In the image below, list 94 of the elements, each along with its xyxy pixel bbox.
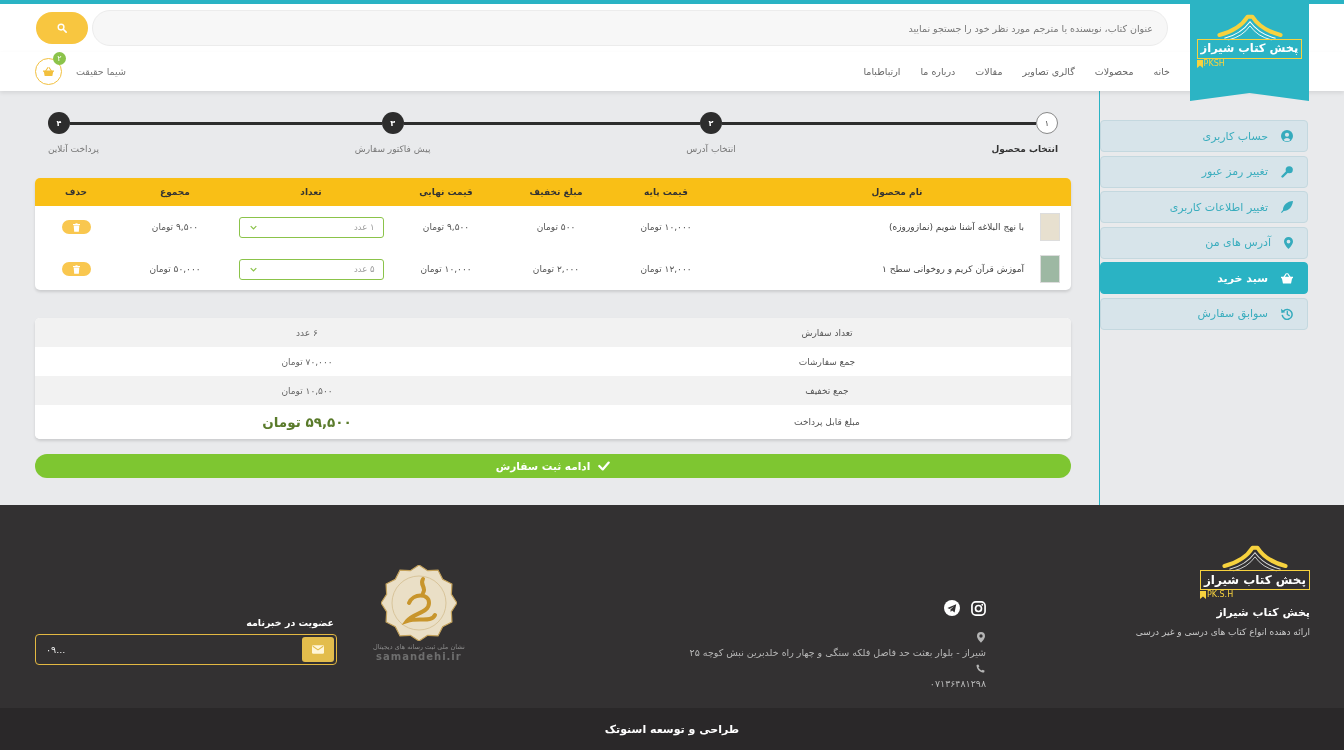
summary-value: ۶ عدد [295, 327, 319, 338]
sidebar-item[interactable]: سوابق سفارش [1100, 297, 1308, 330]
summary-label: مبلغ قابل پرداخت [793, 417, 861, 427]
basket-icon [43, 66, 54, 77]
sidebar-item[interactable]: حساب کاربری [1100, 120, 1308, 152]
column-header: قیمت پایه [643, 187, 689, 197]
logo-title: پخش کتاب شیراز [1199, 570, 1310, 591]
phone-number: ۰۷۱۳۶۴۸۱۲۹۸ [929, 677, 986, 689]
product-title[interactable]: با نهج البلاغه آشنا شویم (نمازوروزه) [889, 222, 1024, 232]
step-number: ۳ [381, 112, 404, 134]
nav-link[interactable]: گالری تصاویر [1022, 66, 1075, 77]
sidebar-item[interactable]: آدرس های من [1100, 226, 1308, 259]
search-button[interactable] [36, 12, 88, 44]
column-header: حذف [63, 187, 89, 197]
column-header: تعداد [299, 187, 323, 197]
company-name: پخش کتاب شیراز [1216, 606, 1310, 620]
feather-icon [1281, 201, 1293, 214]
summary-label: تعداد سفارش [800, 327, 854, 338]
seal-icon [380, 565, 457, 641]
row-total: ۹,۵۰۰ تومان [150, 222, 200, 232]
cart-button[interactable] [35, 58, 62, 85]
logo-title: پخش کتاب شیراز [1196, 39, 1303, 59]
nav-link[interactable]: درباره ما [920, 66, 956, 77]
summary-label: جمع تخفیف [804, 385, 850, 396]
camera-icon[interactable] [971, 600, 986, 616]
key-icon [1281, 165, 1293, 178]
step-label: پیش فاکتور سفارش [354, 143, 431, 156]
discount-amount: ۲,۰۰۰ تومان [531, 264, 581, 274]
logo-subtitle: PK.S.H [1206, 591, 1234, 600]
caret-icon [249, 224, 257, 230]
column-header: مجموع [159, 187, 191, 197]
nav-link[interactable]: ارتباطباما [863, 66, 901, 77]
envelope-icon [312, 645, 324, 654]
column-header: قیمت نهایی [418, 187, 474, 197]
cart-count-badge: ۲ [53, 52, 66, 65]
roof-icon [1216, 14, 1283, 41]
check-icon [598, 461, 611, 471]
product-title[interactable]: آموزش قرآن کریم و روخوانی سطح ۱ [882, 264, 1024, 274]
nav-link[interactable]: مقالات [975, 66, 1003, 77]
book-cover-placeholder [1040, 213, 1060, 241]
delete-button[interactable] [61, 220, 91, 234]
column-header: نام محصول [870, 187, 924, 197]
roof-icon [1221, 545, 1288, 572]
search-field[interactable]: عنوان کتاب، نویسنده یا مترجم مورد نظر خود را جستجو نمایید [92, 10, 1168, 46]
user-name[interactable]: شیما حقیقت [76, 66, 126, 77]
logo-subtitle: PKSH [1203, 59, 1225, 68]
location-pin-icon [977, 632, 985, 643]
sidebar-item[interactable]: تغییر رمز عبور [1100, 155, 1308, 188]
subscribe-button[interactable] [302, 637, 334, 662]
paper-plane-icon[interactable] [944, 600, 960, 616]
column-header: مبلغ تخفیف [528, 187, 584, 197]
user-circle-icon [1281, 130, 1293, 142]
final-price: ۱۰,۰۰۰ تومان [419, 264, 473, 274]
trash-icon [72, 264, 80, 274]
bookmark-icon [1199, 591, 1206, 600]
step-label: پرداخت آنلاین [48, 143, 99, 156]
company-tagline: ارائه دهنده انواع کتاب های درسی و غیر درسی [1135, 627, 1310, 638]
quantity-select[interactable]: ۱ عدد [238, 216, 384, 238]
final-price: ۹,۵۰۰ تومان [421, 222, 471, 232]
step-label: انتخاب محصول [991, 143, 1058, 156]
nav-link[interactable]: محصولات [1094, 66, 1134, 77]
step-label: انتخاب آدرس [686, 143, 736, 156]
address-text: شیراز - بلوار بعثت حد فاصل فلکه سنگی و چهار راه خلدبرین نبش کوچه ۲۵ [689, 646, 986, 658]
continue-button[interactable]: ادامه ثبت سفارش [35, 454, 1071, 478]
base-price: ۱۲,۰۰۰ تومان [639, 264, 693, 274]
sidebar-item[interactable]: تغییر اطلاعات کاربری [1100, 191, 1308, 224]
total-amount: ۵۹,۵۰۰ تومان [261, 414, 353, 430]
quantity-select[interactable]: ۵ عدد [238, 258, 384, 280]
trash-icon [72, 222, 80, 232]
step-number: ۲ [699, 112, 722, 134]
step-number: ۱ [1036, 112, 1058, 134]
newsletter-title: عضویت در خبرنامه [245, 617, 335, 628]
summary-value: ۷۰,۰۰۰ تومان [280, 356, 334, 367]
row-total: ۵۰,۰۰۰ تومان [148, 264, 202, 274]
base-price: ۱۰,۰۰۰ تومان [639, 222, 693, 232]
sidebar-item[interactable]: سبد خرید [1100, 262, 1308, 295]
book-cover-placeholder [1040, 255, 1060, 283]
search-icon [57, 23, 67, 33]
newsletter-field[interactable]: ۰۹... [35, 634, 337, 665]
summary-label: جمع سفارشات [797, 356, 857, 367]
location-pin-icon [1284, 236, 1293, 249]
caret-icon [249, 266, 257, 272]
phone-input[interactable]: ۰۹... [38, 637, 302, 662]
basket-icon [1281, 273, 1293, 284]
nav-link[interactable]: خانه [1153, 66, 1170, 77]
bookmark-icon [1196, 59, 1203, 68]
discount-amount: ۵۰۰ تومان [535, 222, 577, 232]
step-number: ۴ [48, 112, 70, 134]
summary-value: ۱۰,۵۰۰ تومان [280, 385, 334, 396]
history-icon [1281, 307, 1293, 320]
credits-text: طراحی و توسعه اسنوتک [604, 722, 740, 736]
phone-icon [976, 663, 985, 673]
delete-button[interactable] [61, 262, 91, 276]
seal-site[interactable]: samandehi.ir [376, 651, 462, 662]
